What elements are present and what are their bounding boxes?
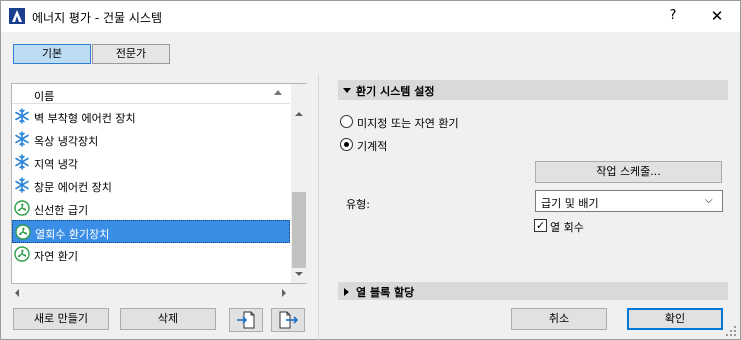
list-item[interactable]: 옥상 냉각장치 <box>12 128 290 151</box>
list-header-name: 이름 <box>34 90 55 103</box>
list-item-label: 신선한 급기 <box>34 204 89 217</box>
scroll-right-icon[interactable] <box>282 289 286 297</box>
list-item[interactable]: 창문 에어컨 장치 <box>12 174 290 197</box>
export-icon <box>279 311 299 329</box>
list-item-label: 벽 부착형 에어컨 장치 <box>34 112 136 125</box>
ventilation-section-title: 환기 시스템 설정 <box>356 85 435 98</box>
radio-undefined-label: 미지정 또는 자연 환기 <box>357 117 459 130</box>
heat-block-section-title: 열 블록 할당 <box>356 286 415 299</box>
list-item[interactable]: 벽 부착형 에어컨 장치 <box>12 105 290 128</box>
heat-recovery-checkbox[interactable]: ✓ <box>534 219 547 232</box>
ventilation-section-header[interactable]: 환기 시스템 설정 <box>338 80 728 100</box>
fan-icon <box>14 200 30 216</box>
list-item-label: 옥상 냉각장치 <box>34 135 99 148</box>
list-item[interactable]: 지역 냉각 <box>12 151 290 174</box>
operation-schedule-button[interactable]: 작업 스케줄... <box>535 161 722 183</box>
import-icon <box>237 311 255 329</box>
sort-ascending-icon <box>274 90 282 95</box>
dialog-window: 에너지 평가 - 건물 시스템 ? ✕ 기본 전문가 이름 벽 부착형 에어컨 … <box>0 0 741 340</box>
radio-mechanical-label: 기계적 <box>357 140 388 153</box>
app-logo-icon <box>9 8 25 24</box>
tab-basic[interactable]: 기본 <box>13 44 91 64</box>
list-item[interactable]: 열회수 환기장치 <box>12 220 290 243</box>
system-list: 이름 벽 부착형 에어컨 장치 옥상 냉각장치 지역 냉각 창문 에어컨 장치 … <box>11 83 307 284</box>
type-select[interactable]: 급기 및 배기 ⌵ <box>535 190 723 212</box>
close-button[interactable]: ✕ <box>701 5 733 27</box>
scroll-down-icon[interactable] <box>295 272 303 276</box>
list-item-label: 지역 냉각 <box>34 158 78 171</box>
delete-button[interactable]: 삭제 <box>120 308 216 330</box>
expanded-triangle-icon <box>343 88 351 93</box>
scroll-up-icon[interactable] <box>295 112 303 116</box>
list-item-label: 열회수 환기장치 <box>35 228 110 241</box>
snowflake-icon <box>15 177 29 193</box>
chevron-down-icon: ⌵ <box>705 195 713 206</box>
list-horizontal-scrollbar[interactable] <box>11 287 307 299</box>
tab-expert[interactable]: 전문가 <box>92 44 170 64</box>
snowflake-icon <box>15 108 29 124</box>
resize-grip-icon[interactable] <box>725 325 737 337</box>
panel-divider <box>318 75 319 340</box>
fan-icon <box>14 246 30 262</box>
heat-block-section-header[interactable]: 열 블록 할당 <box>338 282 728 300</box>
radio-button[interactable] <box>340 138 353 151</box>
snowflake-icon <box>15 131 29 147</box>
fan-icon <box>15 224 31 240</box>
import-button[interactable] <box>229 308 263 332</box>
collapsed-triangle-icon <box>344 288 349 296</box>
list-item-label: 창문 에어컨 장치 <box>34 181 112 194</box>
heat-recovery-label: 열 회수 <box>550 221 584 234</box>
type-label: 유형: <box>346 198 370 211</box>
radio-selected-dot <box>344 142 349 147</box>
radio-button[interactable] <box>340 115 353 128</box>
export-button[interactable] <box>271 308 305 332</box>
list-vertical-scrollbar[interactable] <box>291 84 307 283</box>
list-header[interactable]: 이름 <box>12 84 290 104</box>
list-item-label: 자연 환기 <box>34 250 78 263</box>
snowflake-icon <box>15 154 29 170</box>
list-item[interactable]: 자연 환기 <box>12 243 290 266</box>
type-select-value: 급기 및 배기 <box>541 197 599 210</box>
new-button[interactable]: 새로 만들기 <box>13 308 109 330</box>
scroll-left-icon[interactable] <box>15 289 19 297</box>
ok-button[interactable]: 확인 <box>627 308 723 330</box>
help-button[interactable]: ? <box>661 5 685 27</box>
window-title: 에너지 평가 - 건물 시스템 <box>32 11 162 25</box>
list-item[interactable]: 신선한 급기 <box>12 197 290 220</box>
cancel-button[interactable]: 취소 <box>511 308 607 330</box>
scroll-thumb[interactable] <box>292 192 306 268</box>
title-bar: 에너지 평가 - 건물 시스템 ? ✕ <box>1 1 740 32</box>
